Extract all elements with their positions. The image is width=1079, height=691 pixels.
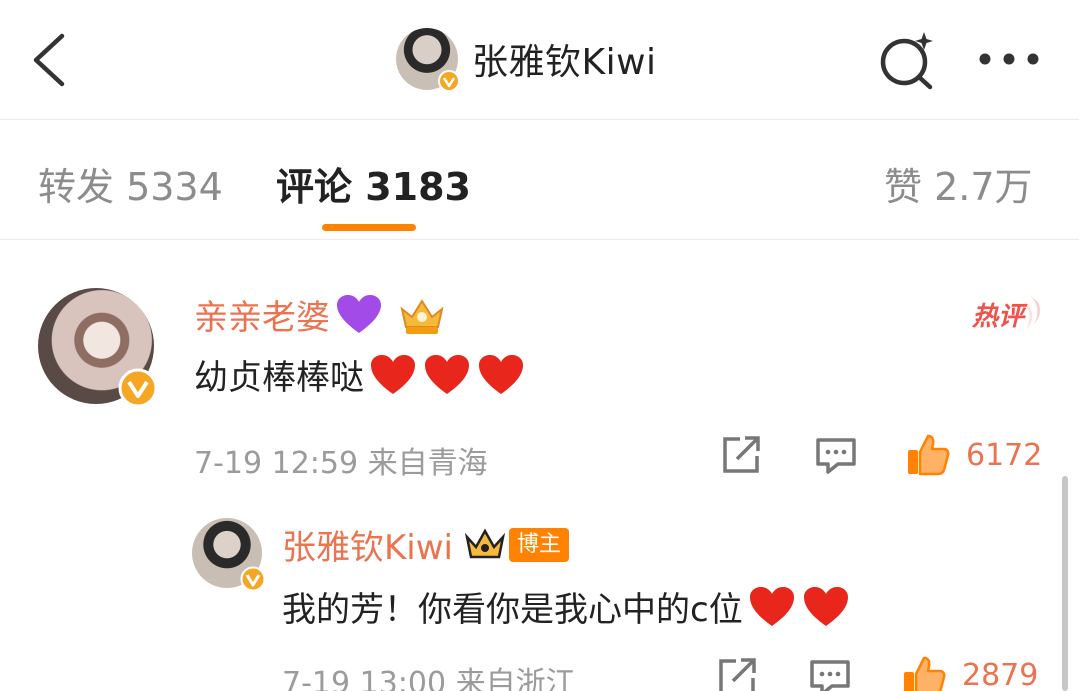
username-text[interactable]: 张雅钦Kiwi: [282, 520, 453, 569]
avatar[interactable]: [38, 288, 158, 408]
red-heart-icon: [371, 354, 415, 394]
tab-likes[interactable]: 赞 2.7万: [884, 156, 1033, 211]
reply-username[interactable]: 张雅钦Kiwi 博主: [282, 520, 570, 569]
crown-member-icon: [400, 298, 444, 334]
profile-title[interactable]: 张雅钦Kiwi: [396, 26, 657, 92]
hot-comment-badge: 热评: [968, 290, 1044, 336]
reply-meta: 7-19 13:00 来自浙江: [282, 658, 576, 691]
red-heart-icon: [749, 586, 794, 626]
reply-item: 张雅钦Kiwi 博主 我的芳！你看你是我心中的c位 7-19 13:00 来自浙…: [0, 510, 1079, 691]
purple-heart-icon: [337, 294, 381, 333]
username-text[interactable]: 亲亲老婆: [194, 290, 330, 339]
tab-comments[interactable]: 评论 3183: [276, 156, 471, 211]
like-count: 2879: [962, 658, 1039, 691]
reply-text: 我的芳！你看你是我心中的c位: [282, 582, 851, 631]
crown-icon: [464, 527, 506, 558]
comment-content: 幼贞棒棒哒: [194, 358, 364, 398]
location: 来自青海: [367, 446, 488, 481]
tab-bar: 转发 5334 评论 3183 赞 2.7万: [0, 120, 1079, 240]
page-title: 张雅钦Kiwi: [472, 42, 657, 83]
timestamp: 7-19 13:00: [282, 666, 447, 691]
verified-v-icon: [118, 368, 158, 408]
avatar[interactable]: [192, 518, 266, 592]
more-dots-icon[interactable]: [976, 36, 1042, 82]
comment-item: 亲亲老婆 热评 幼贞棒棒哒 7-19 12:59 来自青海 6172 张雅钦Ki…: [0, 240, 1079, 691]
scrollbar[interactable]: [1062, 476, 1068, 691]
comment-bubble-icon[interactable]: [808, 658, 852, 691]
tab-repost[interactable]: 转发 5334: [38, 156, 223, 211]
comment-text: 幼贞棒棒哒: [194, 350, 526, 399]
thumbs-up-icon[interactable]: [902, 654, 946, 691]
like-count: 6172: [966, 438, 1043, 473]
reply-content: 我的芳！你看你是我心中的c位: [282, 590, 743, 630]
comment-username[interactable]: 亲亲老婆: [194, 290, 448, 339]
timestamp: 7-19 12:59: [194, 446, 359, 481]
back-chevron-icon[interactable]: [28, 30, 72, 90]
location: 来自浙江: [455, 666, 576, 691]
share-icon[interactable]: [716, 656, 758, 691]
top-bar: 张雅钦Kiwi: [0, 0, 1079, 120]
owner-tag: 博主: [509, 527, 570, 562]
comment-bubble-icon[interactable]: [814, 436, 858, 476]
search-icon[interactable]: [876, 30, 938, 90]
verified-v-icon: [438, 70, 460, 92]
share-icon[interactable]: [720, 434, 762, 476]
verified-v-icon: [240, 566, 266, 592]
red-heart-icon: [803, 586, 848, 626]
red-heart-icon: [479, 354, 523, 394]
red-heart-icon: [425, 354, 469, 394]
comment-meta: 7-19 12:59 来自青海: [194, 438, 488, 482]
avatar[interactable]: [396, 28, 460, 92]
thumbs-up-icon[interactable]: [906, 432, 950, 476]
hot-label: 热评: [972, 302, 1025, 332]
active-tab-indicator: [322, 224, 416, 231]
